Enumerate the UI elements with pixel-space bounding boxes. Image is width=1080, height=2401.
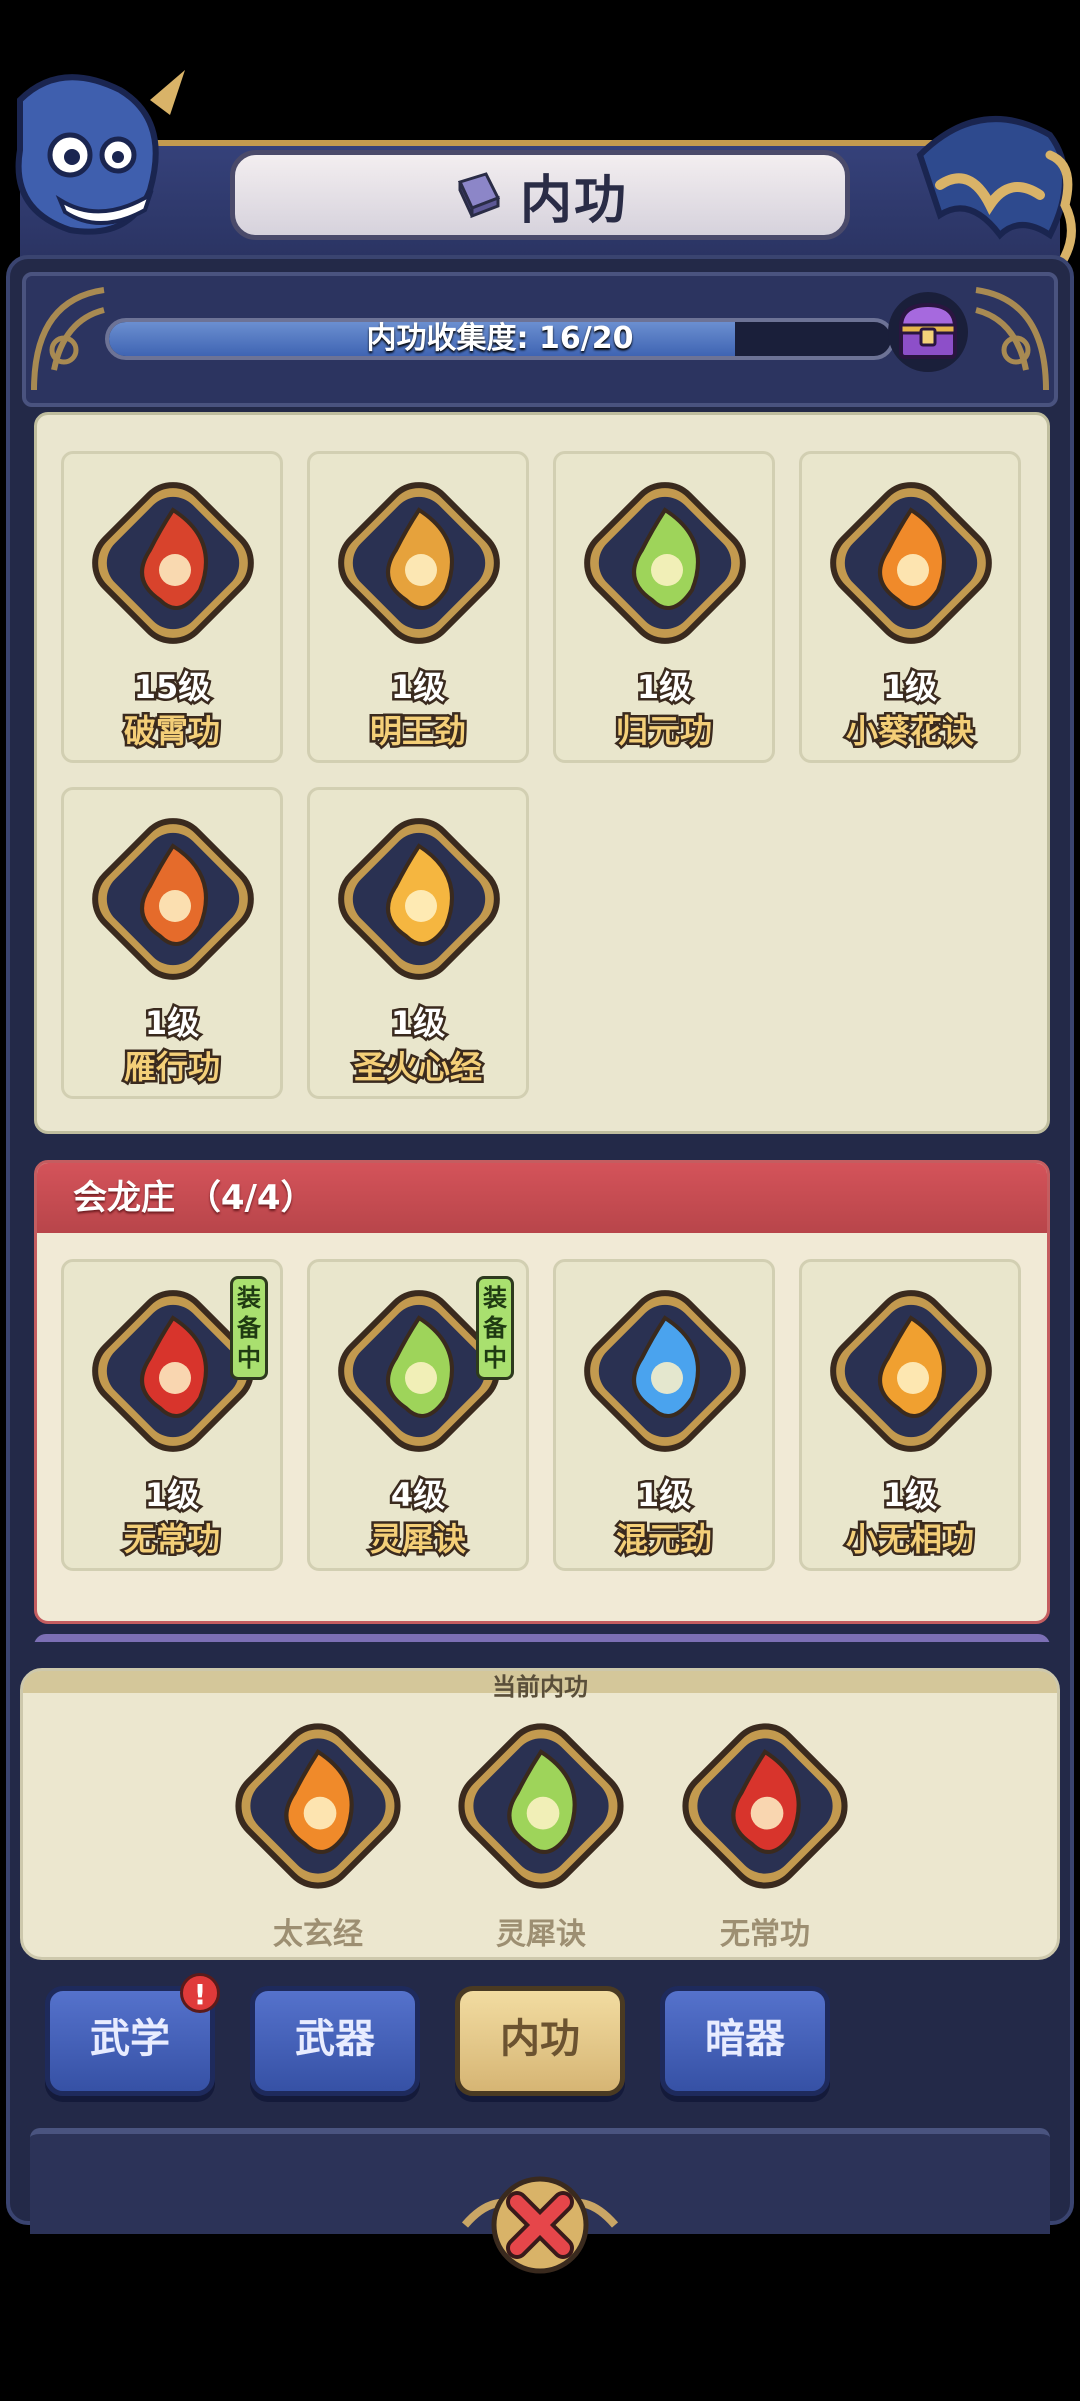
current-neigong-panel: 当前内功 太玄经 灵犀诀 无常功 xyxy=(20,1668,1060,1960)
skill-emblem-icon xyxy=(830,482,992,644)
dragon-right-icon xyxy=(916,116,1076,270)
close-button[interactable] xyxy=(455,2170,625,2280)
neigong-name: 混元劲 xyxy=(613,1518,714,1561)
corner-ornament-icon xyxy=(975,287,1049,391)
owned-section: 15级 破霄功 1级 明王劲 1级 归元功 1级 小葵花诀 1级 雁行功 1级 圣火心经 xyxy=(34,412,1050,1134)
set-section-title: 会龙庄 （4/4） xyxy=(37,1163,1047,1233)
alert-badge-icon: ! xyxy=(180,1973,220,2013)
tab-label: 武器 xyxy=(295,2016,375,2062)
collection-progress-label: 内功收集度: 16/20 xyxy=(366,321,634,356)
neigong-name: 灵犀诀 xyxy=(367,1518,468,1561)
current-neigong-label: 当前内功 xyxy=(492,1673,588,1701)
current-neigong-name: 无常功 xyxy=(720,1917,810,1952)
neigong-name: 小无相功 xyxy=(843,1518,976,1561)
neigong-card[interactable]: 1级 混元劲 xyxy=(553,1259,775,1571)
skill-emblem-icon xyxy=(92,482,254,644)
reward-chest-button[interactable] xyxy=(888,292,968,372)
skill-emblem-icon xyxy=(338,482,500,644)
neigong-card[interactable]: 1级 明王劲 xyxy=(307,451,529,763)
neigong-level: 1级 xyxy=(388,666,447,709)
current-neigong-slot[interactable]: 无常功 xyxy=(665,1711,865,1952)
skill-emblem-icon xyxy=(584,1290,746,1452)
neigong-level: 1级 xyxy=(142,1474,201,1517)
next-section-peek xyxy=(34,1634,1050,1642)
neigong-name: 小葵花诀 xyxy=(843,710,976,753)
neigong-level: 1级 xyxy=(880,1474,939,1517)
current-neigong-slot[interactable]: 灵犀诀 xyxy=(441,1711,641,1952)
tab-label: 武学 xyxy=(90,2016,170,2062)
treasure-chest-icon xyxy=(898,302,958,359)
neigong-level: 1级 xyxy=(880,666,939,709)
tab-label: 暗器 xyxy=(705,2016,785,2062)
tab-0[interactable]: 武学! xyxy=(45,1973,220,2096)
equipped-badge: 装备中 xyxy=(476,1276,514,1380)
current-neigong-name: 太玄经 xyxy=(273,1917,363,1952)
neigong-level: 1级 xyxy=(142,1002,201,1045)
page-title-plate: 内功 xyxy=(230,150,850,240)
corner-ornament-icon xyxy=(31,287,105,391)
skill-emblem-icon xyxy=(458,1723,624,1889)
neigong-card[interactable]: 1级 无常功 装备中 xyxy=(61,1259,283,1571)
neigong-level: 1级 xyxy=(634,666,693,709)
skill-emblem-icon xyxy=(235,1723,401,1889)
neigong-card[interactable]: 4级 灵犀诀 装备中 xyxy=(307,1259,529,1571)
game-screen: 内功 内功收集度: 16/20 15级 破霄功 1级 明王劲 1级 归元功 1级 小葵花诀 1级… xyxy=(0,0,1080,2401)
neigong-level: 15级 xyxy=(131,666,213,709)
neigong-card[interactable]: 1级 小无相功 xyxy=(799,1259,1021,1571)
neigong-name: 圣火心经 xyxy=(351,1046,484,1089)
tab-label: 内功 xyxy=(500,2016,580,2062)
neigong-level: 4级 xyxy=(388,1474,447,1517)
skill-emblem-icon xyxy=(584,482,746,644)
set-section-huilongzhuang: 会龙庄 （4/4） 1级 无常功装备中 4级 灵犀诀装备中 1级 混元劲 1级 小无相功 xyxy=(34,1160,1050,1624)
skill-emblem-icon xyxy=(682,1723,848,1889)
neigong-name: 破霄功 xyxy=(121,710,222,753)
current-neigong-name: 灵犀诀 xyxy=(496,1917,586,1952)
tab-2[interactable]: 内功 xyxy=(455,1986,625,2096)
neigong-name: 明王劲 xyxy=(367,710,468,753)
tab-1[interactable]: 武器 xyxy=(250,1986,420,2096)
page-title: 内功 xyxy=(519,170,628,231)
dragon-left-icon xyxy=(15,70,185,235)
skill-emblem-icon xyxy=(92,818,254,980)
neigong-level: 1级 xyxy=(388,1002,447,1045)
neigong-name: 归元功 xyxy=(613,710,714,753)
current-neigong-slot[interactable]: 太玄经 xyxy=(218,1711,418,1952)
neigong-level: 1级 xyxy=(634,1474,693,1517)
tab-3[interactable]: 暗器 xyxy=(660,1986,830,2096)
neigong-list[interactable]: 15级 破霄功 1级 明王劲 1级 归元功 1级 小葵花诀 1级 雁行功 1级 圣火心经 会龙庄 （4… xyxy=(30,412,1050,1642)
neigong-card[interactable]: 1级 归元功 xyxy=(553,451,775,763)
neigong-name: 雁行功 xyxy=(121,1046,222,1089)
book-icon xyxy=(457,172,501,219)
neigong-card[interactable]: 1级 雁行功 xyxy=(61,787,283,1099)
equipped-badge: 装备中 xyxy=(230,1276,268,1380)
skill-emblem-icon xyxy=(830,1290,992,1452)
neigong-card[interactable]: 1级 小葵花诀 xyxy=(799,451,1021,763)
skill-emblem-icon xyxy=(338,818,500,980)
neigong-name: 无常功 xyxy=(121,1518,222,1561)
neigong-card[interactable]: 1级 圣火心经 xyxy=(307,787,529,1099)
neigong-card[interactable]: 15级 破霄功 xyxy=(61,451,283,763)
